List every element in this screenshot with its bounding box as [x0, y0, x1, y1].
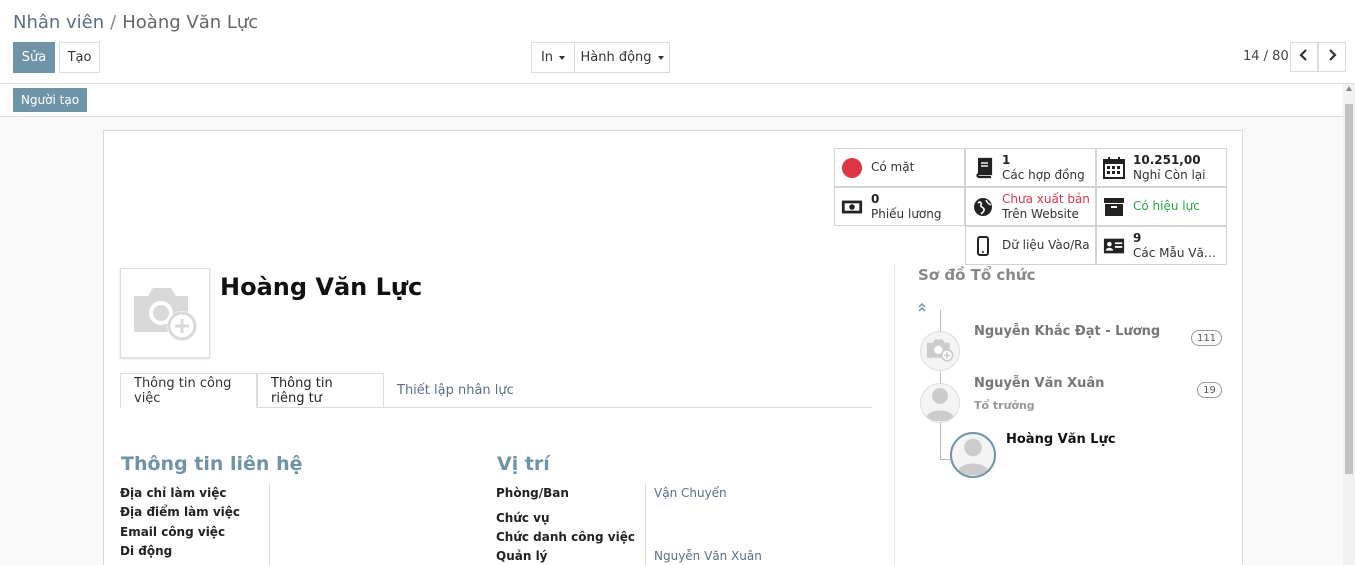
camera-add-icon [130, 280, 200, 346]
templates-button[interactable]: 9 Các Mẫu Văn ... [1096, 226, 1227, 265]
leave-button[interactable]: 10.251,00 Nghỉ Còn lại [1096, 148, 1227, 187]
caret-down-icon [657, 55, 664, 60]
calendar-icon [1103, 156, 1125, 179]
work-email-label: Email công việc [120, 525, 226, 539]
org-current-avatar [950, 432, 996, 478]
scroll-up-icon[interactable] [1346, 86, 1352, 91]
contracts-button[interactable]: 1 Các hợp đồng [965, 148, 1096, 187]
website-publish-button[interactable]: Chưa xuất bản Trên Website [965, 187, 1096, 226]
breadcrumb: Nhân viên / Hoàng Văn Lực [13, 12, 258, 33]
mobile-phone-icon [972, 235, 994, 257]
action-dropdown[interactable]: Hành động [574, 42, 670, 73]
website-label: Trên Website [1002, 206, 1079, 221]
form-sheet: Có mặt 1 Các hợp đồng 10.251,00 Nghỉ Còn l… [103, 130, 1243, 565]
pager-next-button[interactable] [1318, 42, 1346, 72]
templates-count: 9 [1133, 230, 1142, 245]
contracts-label: Các hợp đồng [1002, 167, 1085, 182]
book-icon [972, 157, 994, 179]
scrollbar-thumb[interactable] [1345, 104, 1353, 474]
pager-previous-button[interactable] [1290, 42, 1318, 72]
website-status: Chưa xuất bản [1002, 191, 1090, 206]
action-label: Hành động [580, 50, 652, 65]
employee-name[interactable]: Hoàng Văn Lực [220, 273, 422, 301]
attendance-label: Dữ liệu Vào/Ra [1002, 238, 1090, 252]
position-section-title: Vị trí [497, 453, 550, 475]
payslips-label: Phiếu lương [871, 206, 942, 221]
chevron-left-icon [1299, 49, 1309, 65]
presence-label: Có mặt [871, 160, 915, 174]
archive-icon [1103, 196, 1125, 218]
employee-avatar[interactable] [120, 268, 210, 358]
scrollbar[interactable] [1343, 84, 1355, 565]
org-chart: Sơ đồ Tổ chức Nguyễn Khắc Đạt - Lương 11… [894, 266, 1224, 565]
print-label: In [540, 50, 554, 65]
money-icon [841, 196, 863, 218]
org-chart-title: Sơ đồ Tổ chức [918, 266, 1036, 284]
tab-work-info[interactable]: Thông tin công việc [120, 373, 257, 408]
attendance-button[interactable]: Dữ liệu Vào/Ra [965, 226, 1096, 265]
create-button[interactable]: Tạo [59, 42, 100, 73]
mobile-label: Di động [120, 544, 173, 558]
field-divider [269, 484, 270, 565]
print-dropdown[interactable]: In [531, 42, 575, 73]
org-node-count[interactable]: 19 [1197, 382, 1222, 398]
contact-section-title: Thông tin liên hệ [121, 453, 303, 475]
edit-button[interactable]: Sửa [13, 42, 55, 73]
job-title-label: Chức danh công việc [496, 530, 635, 544]
presence-dot-icon [841, 157, 863, 179]
form-tabs: Thông tin công việc Thông tin riêng tư T… [120, 373, 872, 408]
manager-label: Quản lý [496, 549, 548, 563]
creator-button[interactable]: Người tạo [13, 88, 87, 112]
org-node-count[interactable]: 111 [1191, 330, 1222, 346]
department-label: Phòng/Ban [496, 486, 569, 500]
org-node-title: Tổ trưởng [974, 399, 1035, 412]
smart-button-box: Có mặt 1 Các hợp đồng 10.251,00 Nghỉ Còn l… [834, 148, 1227, 266]
tab-private-info[interactable]: Thông tin riêng tư [257, 373, 384, 408]
field-divider [645, 484, 646, 565]
department-value[interactable]: Vận Chuyển [654, 486, 727, 500]
breadcrumb-separator: / [110, 12, 117, 33]
chevron-right-icon [1327, 49, 1337, 65]
camera-add-icon [925, 336, 955, 366]
caret-down-icon [559, 55, 566, 60]
double-chevron-up-icon[interactable] [918, 302, 926, 315]
leave-label: Nghỉ Còn lại [1133, 167, 1206, 182]
tab-hr-settings[interactable]: Thiết lập nhân lực [384, 373, 527, 408]
active-toggle-button[interactable]: Có hiệu lực [1096, 187, 1227, 226]
payslips-button[interactable]: 0 Phiếu lương [834, 187, 965, 226]
leave-count: 10.251,00 [1133, 152, 1201, 167]
id-card-icon [1103, 235, 1125, 257]
person-silhouette-icon [921, 384, 959, 422]
active-label: Có hiệu lực [1133, 199, 1200, 213]
contracts-count: 1 [1002, 152, 1011, 167]
org-node-avatar[interactable] [920, 331, 960, 371]
org-current-name: Hoàng Văn Lực [1006, 432, 1116, 447]
person-silhouette-icon [952, 434, 994, 476]
breadcrumb-parent-link[interactable]: Nhân viên [13, 12, 104, 33]
statusbar: Người tạo [0, 84, 1355, 117]
payslips-count: 0 [871, 191, 880, 206]
presence-button[interactable]: Có mặt [834, 148, 965, 187]
org-node-avatar[interactable] [920, 383, 960, 423]
work-address-label: Địa chỉ làm việc [120, 486, 227, 500]
job-position-label: Chức vụ [496, 511, 550, 525]
globe-icon [972, 196, 994, 218]
org-node-name[interactable]: Nguyễn Khắc Đạt - Lương [974, 324, 1160, 339]
org-node-name[interactable]: Nguyễn Văn Xuân [974, 376, 1104, 391]
pager-value[interactable]: 14 / 80 [1243, 49, 1289, 64]
manager-value[interactable]: Nguyễn Văn Xuân [654, 549, 762, 563]
templates-label: Các Mẫu Văn ... [1133, 245, 1223, 260]
breadcrumb-current: Hoàng Văn Lực [122, 12, 259, 33]
work-location-label: Địa điểm làm việc [120, 505, 241, 519]
control-panel: Nhân viên / Hoàng Văn Lực Sửa Tạo In Hành … [0, 0, 1355, 84]
